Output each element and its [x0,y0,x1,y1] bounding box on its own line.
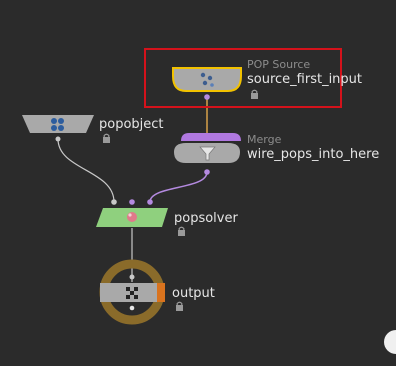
pop-source-name-label[interactable]: source_first_input [247,72,362,87]
node-popsolver[interactable]: popsolver [96,199,238,236]
popobject-output-connector[interactable] [55,136,61,142]
pop-source-node-body[interactable] [172,67,242,92]
popsolver-input-connector-3[interactable] [147,199,153,205]
output-name-label[interactable]: output [172,286,215,301]
output-display-flag[interactable] [157,283,165,302]
popobject-node-body[interactable] [22,115,94,133]
node-pop-source[interactable]: POP Source source_first_input [144,48,362,108]
edge-widget[interactable] [384,330,396,354]
lock-icon[interactable] [251,89,258,99]
network-editor-canvas[interactable]: POP Source source_first_input popobject [0,0,396,366]
lock-icon[interactable] [103,133,110,143]
merge-input-bar[interactable] [181,133,241,141]
pop-source-type-label: POP Source [247,58,310,71]
node-output[interactable]: output [99,259,215,325]
popsolver-name-label[interactable]: popsolver [174,211,238,226]
lock-icon[interactable] [178,226,185,236]
merge-type-label: Merge [247,133,282,146]
lock-icon[interactable] [176,301,183,311]
wire-merge-to-solver[interactable] [149,171,208,203]
merge-output-connector[interactable] [204,169,210,175]
popobject-name-label[interactable]: popobject [99,117,164,132]
node-popobject[interactable]: popobject [22,115,164,143]
node-merge[interactable]: Merge wire_pops_into_here [174,133,379,175]
output-output-connector[interactable] [129,305,135,311]
output-input-connector[interactable] [129,274,135,280]
popsolver-input-connector-1[interactable] [111,199,117,205]
wire-popobject-to-solver[interactable] [57,138,115,203]
merge-name-label[interactable]: wire_pops_into_here [247,147,379,162]
solver-icon [127,212,137,222]
popsolver-input-connector-2[interactable] [129,199,135,205]
pop-source-output-connector[interactable] [204,94,210,100]
